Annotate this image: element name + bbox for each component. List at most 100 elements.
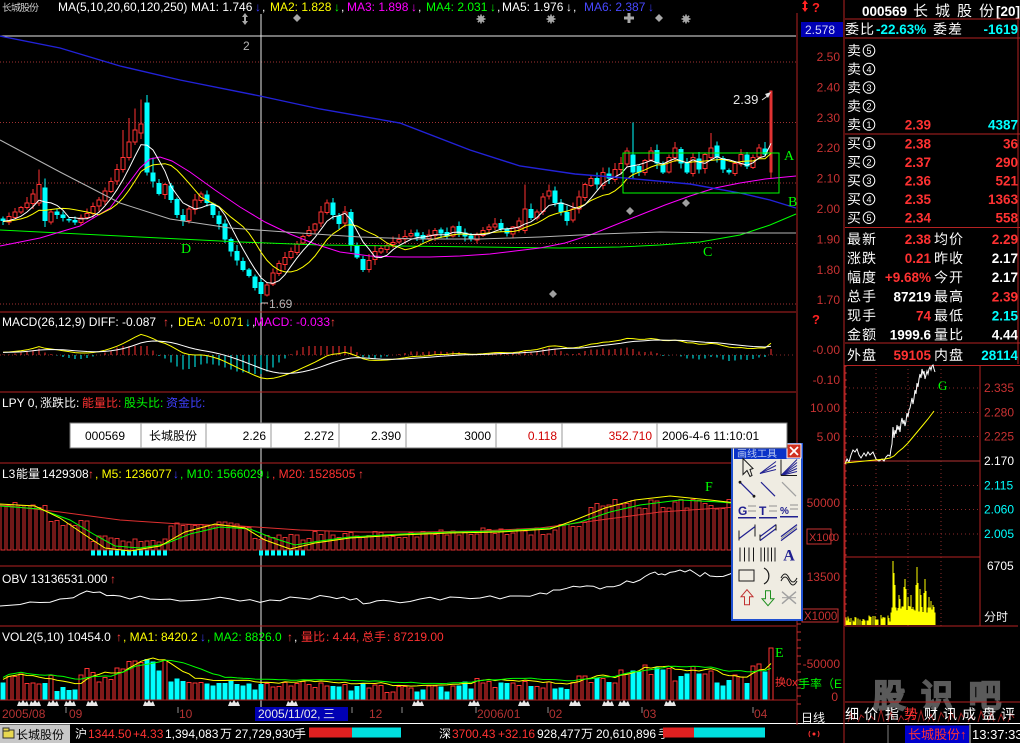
svg-text:E: E (775, 646, 784, 661)
svg-text:2.37: 2.37 (905, 155, 931, 170)
svg-text:1999.6: 1999.6 (890, 328, 932, 343)
svg-text:MA5: 1.976: MA5: 1.976 (502, 0, 564, 14)
svg-text:2.578: 2.578 (805, 23, 835, 37)
svg-text:2.40: 2.40 (817, 80, 841, 94)
svg-text:B: B (788, 195, 797, 210)
svg-text:T: T (759, 504, 767, 518)
svg-text:+9.68%: +9.68% (885, 270, 931, 285)
svg-text:↑: ↑ (358, 467, 364, 481)
svg-text:, MA2: 8826.0: , MA2: 8826.0 (207, 630, 282, 644)
svg-text:↓: ↓ (255, 0, 261, 14)
svg-text:2.225: 2.225 (984, 430, 1014, 444)
svg-text:2.17: 2.17 (992, 270, 1018, 285)
svg-text:59105: 59105 (893, 348, 931, 363)
svg-text:2.38: 2.38 (905, 232, 932, 247)
svg-text::: : (202, 396, 205, 410)
svg-text:-22.63%: -22.63% (876, 22, 926, 37)
svg-text:F: F (705, 480, 713, 495)
svg-text:G: G (938, 378, 947, 393)
svg-text:2.38: 2.38 (905, 136, 932, 151)
svg-text:, MA1: 8420.2: , MA1: 8420.2 (123, 630, 198, 644)
svg-text:MA3: 1.898: MA3: 1.898 (347, 0, 409, 14)
svg-text:MACD(26,12,9) DIFF: -0.087: MACD(26,12,9) DIFF: -0.087 (2, 315, 156, 329)
svg-text:2: 2 (866, 157, 871, 167)
svg-text:2.39: 2.39 (905, 118, 931, 133)
svg-text:2.390: 2.390 (371, 429, 401, 443)
svg-text:, M10: 1566029: , M10: 1566029 (180, 467, 264, 481)
svg-text:1.80: 1.80 (817, 263, 841, 277)
svg-text:521: 521 (995, 174, 1018, 189)
svg-text:↑: ↑ (330, 315, 336, 329)
svg-text:↑: ↑ (110, 572, 116, 586)
svg-text:+32.16: +32.16 (498, 727, 535, 741)
svg-text:,: , (418, 0, 421, 14)
svg-text:↓: ↓ (490, 0, 496, 14)
svg-text:13500: 13500 (807, 570, 841, 584)
svg-text:↑: ↑ (960, 727, 967, 742)
svg-text:: 87219.00: : 87219.00 (387, 630, 444, 644)
svg-text:DEA: -0.071: DEA: -0.071 (178, 315, 244, 329)
svg-text:04: 04 (754, 707, 768, 721)
svg-text:4: 4 (866, 65, 871, 75)
svg-text:D: D (181, 242, 191, 257)
svg-text:↑: ↑ (88, 467, 94, 481)
svg-text:2.35: 2.35 (905, 192, 932, 207)
svg-text:-0.10: -0.10 (813, 373, 841, 387)
svg-text:,: , (573, 0, 576, 14)
svg-text:2.17: 2.17 (992, 251, 1018, 266)
svg-text:1: 1 (866, 139, 871, 149)
svg-text:2.39: 2.39 (992, 289, 1018, 304)
svg-text:↓: ↓ (173, 467, 179, 481)
svg-text:000569: 000569 (85, 429, 125, 443)
svg-text:,: , (497, 0, 500, 14)
svg-text:2.36: 2.36 (905, 174, 932, 189)
svg-text:13:37:33: 13:37:33 (972, 727, 1020, 742)
svg-text:MA(5,10,20,60,120,250): MA(5,10,20,60,120,250) (58, 0, 187, 14)
svg-text::: : (160, 396, 163, 410)
svg-text:1.70: 1.70 (817, 293, 841, 307)
svg-text:3: 3 (866, 176, 871, 186)
svg-text:OBV 13136531.000: OBV 13136531.000 (2, 572, 108, 586)
svg-text:928,477: 928,477 (537, 727, 581, 741)
svg-text:2.39: 2.39 (733, 92, 758, 107)
svg-text:,: , (294, 630, 297, 644)
svg-text:1363: 1363 (988, 192, 1019, 207)
svg-text:,: , (262, 0, 265, 14)
svg-text:290: 290 (995, 155, 1018, 170)
svg-text:2.170: 2.170 (984, 454, 1014, 468)
svg-text:1429308: 1429308 (42, 467, 89, 481)
svg-text:↓: ↓ (334, 0, 340, 14)
svg-text:A: A (784, 149, 795, 164)
svg-text:X100: X100 (809, 532, 835, 544)
svg-text:2.34: 2.34 (905, 211, 932, 226)
svg-text:X1000: X1000 (804, 611, 837, 623)
svg-text:20,610,896: 20,610,896 (596, 727, 656, 741)
svg-text:36: 36 (1003, 136, 1019, 151)
svg-text:0: 0 (831, 690, 838, 704)
svg-text:A: A (783, 547, 795, 564)
svg-text:-50000: -50000 (803, 657, 841, 671)
svg-text:2005/08: 2005/08 (2, 707, 46, 721)
svg-text:0.118: 0.118 (528, 429, 557, 443)
svg-text::: : (118, 396, 121, 410)
svg-text:E: E (834, 677, 842, 691)
svg-text:MA1: 1.746: MA1: 1.746 (191, 0, 253, 14)
svg-text:2.20: 2.20 (817, 141, 841, 155)
svg-text:↓: ↓ (245, 315, 251, 329)
svg-text:6705: 6705 (987, 559, 1014, 573)
svg-text:10.00: 10.00 (810, 401, 840, 415)
svg-text:↓: ↓ (648, 0, 654, 14)
svg-text:2006/01: 2006/01 (477, 707, 521, 721)
svg-text:2.272: 2.272 (304, 429, 334, 443)
svg-text:1344.50: 1344.50 (88, 727, 132, 741)
svg-text:1.90: 1.90 (817, 232, 841, 246)
svg-text:1: 1 (866, 120, 871, 130)
svg-text:03: 03 (643, 707, 657, 721)
svg-text:, M5: 1236077: , M5: 1236077 (95, 467, 172, 481)
svg-text:[20]: [20] (996, 4, 1020, 19)
svg-text:2.00: 2.00 (817, 202, 841, 216)
svg-text:↓: ↓ (411, 0, 417, 14)
svg-text:1,394,083: 1,394,083 (165, 727, 219, 741)
svg-text:10: 10 (179, 707, 193, 721)
svg-text:-1619: -1619 (983, 22, 1018, 37)
